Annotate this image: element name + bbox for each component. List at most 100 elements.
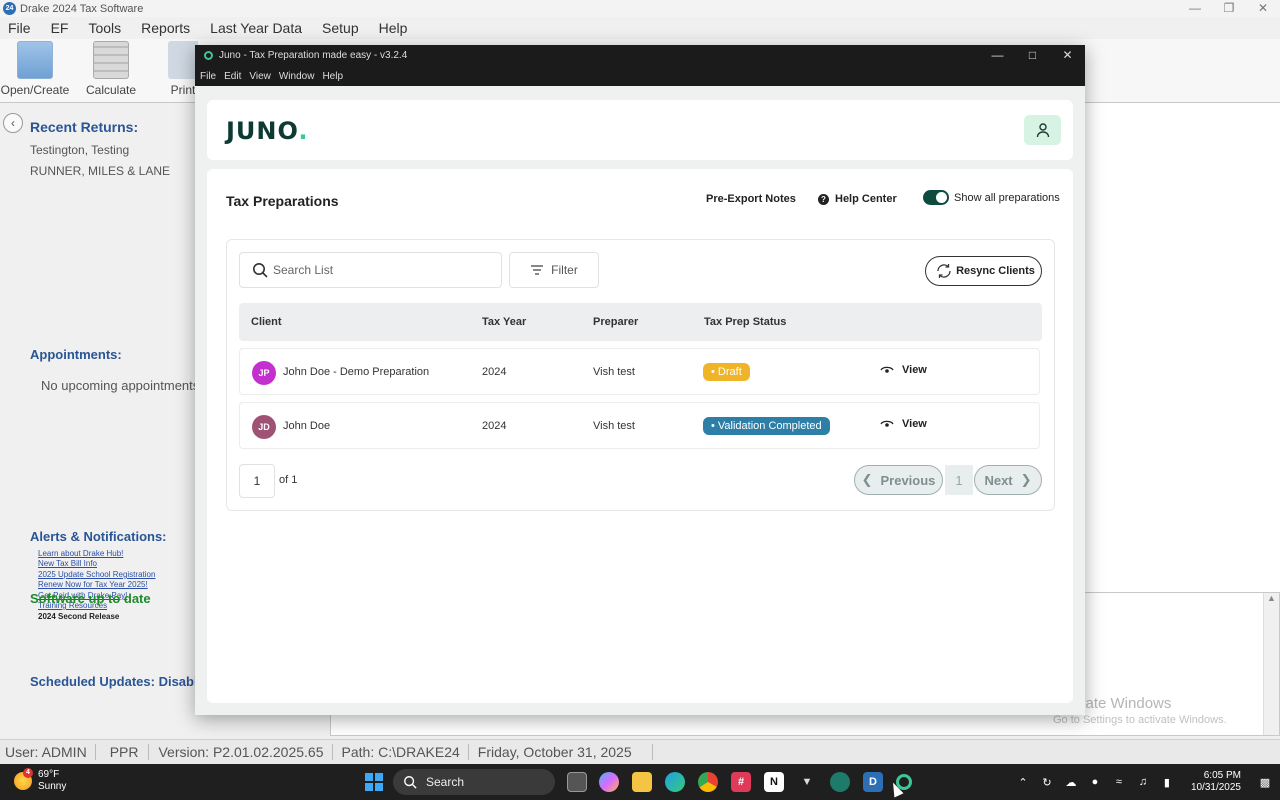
status-version: Version: P2.01.02.2025.65 [153,744,333,760]
microphone-icon[interactable]: ● [1088,775,1102,789]
file-explorer-icon[interactable] [632,772,652,792]
pre-export-notes-link[interactable]: Pre-Export Notes [706,193,796,205]
recent-return-item[interactable]: RUNNER, MILES & LANE [30,164,170,178]
scrollbar[interactable]: ▲ [1263,593,1279,735]
help-icon: ? [818,193,829,205]
menu-help[interactable]: Help [379,20,408,36]
recent-return-item[interactable]: Testington, Testing [30,143,129,157]
avatar: JP [252,361,276,385]
notion-icon[interactable]: N [764,772,784,792]
table-row[interactable]: JP John Doe - Demo Preparation 2024 Vish… [239,348,1040,395]
avatar: JD [252,415,276,439]
drake-menu-bar: File EF Tools Reports Last Year Data Set… [0,17,419,39]
filter-icon [531,265,544,275]
cloud-icon[interactable]: ☁ [1064,775,1078,789]
folder-icon [17,41,53,79]
juno-title-bar: Juno - Tax Preparation made easy - v3.2.… [195,45,1085,66]
menu-ef[interactable]: EF [51,20,69,36]
table-row[interactable]: JD John Doe 2024 Vish test • Validation … [239,402,1040,449]
sync-icon[interactable]: ↻ [1040,775,1054,789]
alert-link[interactable]: New Tax Bill Info [38,559,97,568]
menu-reports[interactable]: Reports [141,20,190,36]
juno-menu-view[interactable]: View [249,71,271,82]
slack-icon[interactable]: # [731,772,751,792]
windows-start-icon[interactable] [364,772,384,792]
weather-condition: Sunny [38,781,67,792]
column-preparer: Preparer [593,316,639,328]
copilot-icon[interactable] [599,772,619,792]
menu-tools[interactable]: Tools [88,20,121,36]
filter-button[interactable]: Filter [509,252,599,288]
app-icon[interactable]: ▼ [797,772,817,792]
taskbar-search[interactable]: Search [393,769,555,795]
search-box[interactable] [239,252,502,288]
drake-taskbar-icon[interactable]: D [863,772,883,792]
appointments-empty: No upcoming appointments [41,378,200,393]
juno-menu-window[interactable]: Window [279,71,315,82]
chevron-up-icon[interactable]: ⌃ [1016,775,1030,789]
juno-window-title: Juno - Tax Preparation made easy - v3.2.… [219,50,408,61]
alerts-title: Alerts & Notifications: [30,529,167,544]
alert-link[interactable]: 2025 Update School Registration [38,570,155,579]
restore-icon[interactable]: ❐ [1212,0,1246,17]
print-button[interactable]: Print [168,41,198,97]
chrome-icon[interactable] [698,772,718,792]
search-icon [253,263,268,278]
menu-file[interactable]: File [8,20,31,36]
client-name: John Doe - Demo Preparation [283,366,430,378]
column-tax-prep-status: Tax Prep Status [704,316,787,328]
juno-menu-edit[interactable]: Edit [224,71,241,82]
next-page-button[interactable]: Next ❯ [974,465,1042,495]
alert-link[interactable]: Learn about Drake Hub! [38,549,123,558]
app-icon[interactable] [830,772,850,792]
volume-icon[interactable]: ♫ [1136,775,1150,789]
menu-setup[interactable]: Setup [322,20,359,36]
clock[interactable]: 6:05 PM 10/31/2025 [1191,770,1241,794]
drake-right-pane [1084,103,1280,592]
menu-last-year-data[interactable]: Last Year Data [210,20,302,36]
task-view-icon[interactable] [567,772,587,792]
open-create-button[interactable]: Open/Create [0,41,70,97]
activate-windows-subtitle: Go to Settings to activate Windows. [1053,714,1227,726]
page-number-input[interactable]: 1 [239,464,275,498]
chevron-left-icon: ❮ [861,472,873,487]
status-badge: • Validation Completed [703,417,830,435]
user-profile-button[interactable] [1024,115,1061,145]
status-user: User: ADMIN [0,744,96,760]
maximize-icon[interactable]: □ [1015,45,1050,66]
juno-menu-file[interactable]: File [200,71,216,82]
alert-link[interactable]: Renew Now for Tax Year 2025! [38,580,148,589]
status-ppr: PPR [100,744,150,760]
preparer: Vish test [593,420,635,432]
printer-icon [168,41,198,79]
alert-release: 2024 Second Release [38,612,120,621]
search-icon [404,776,417,789]
search-input[interactable] [273,263,473,277]
calculate-button[interactable]: Calculate [76,41,146,97]
previous-page-button[interactable]: ❮ Previous [854,465,943,495]
show-all-preparations-toggle[interactable]: Show all preparations [923,190,1060,205]
status-path: Path: C:\DRAKE24 [337,744,469,760]
software-status: Software up to date [30,591,151,606]
back-arrow-icon[interactable]: ‹ [3,113,23,133]
minimize-icon[interactable]: — [980,45,1015,66]
preparations-list-card: Filter Resync Clients Client Tax Year Pr… [226,239,1055,511]
eye-icon [880,366,894,373]
resync-clients-button[interactable]: Resync Clients [925,256,1042,286]
toggle-switch[interactable] [923,190,949,205]
view-button[interactable]: View [880,418,927,430]
notification-icon[interactable]: ▩ [1258,775,1272,789]
view-button[interactable]: View [880,364,927,376]
wifi-icon[interactable]: ≈ [1112,775,1126,789]
battery-icon[interactable]: ▮ [1160,775,1174,789]
help-center-link[interactable]: ? Help Center [818,193,897,205]
drake-home-panel: ‹ Recent Returns: Testington, Testing RU… [0,103,213,739]
juno-app-icon [204,51,213,60]
edge-icon[interactable] [665,772,685,792]
minimize-icon[interactable]: — [1178,0,1212,17]
weather-widget[interactable]: 4 69°F Sunny [14,768,67,793]
appointments-title: Appointments: [30,347,122,362]
close-icon[interactable]: ✕ [1050,45,1085,66]
juno-menu-help[interactable]: Help [322,71,343,82]
close-icon[interactable]: ✕ [1246,0,1280,17]
